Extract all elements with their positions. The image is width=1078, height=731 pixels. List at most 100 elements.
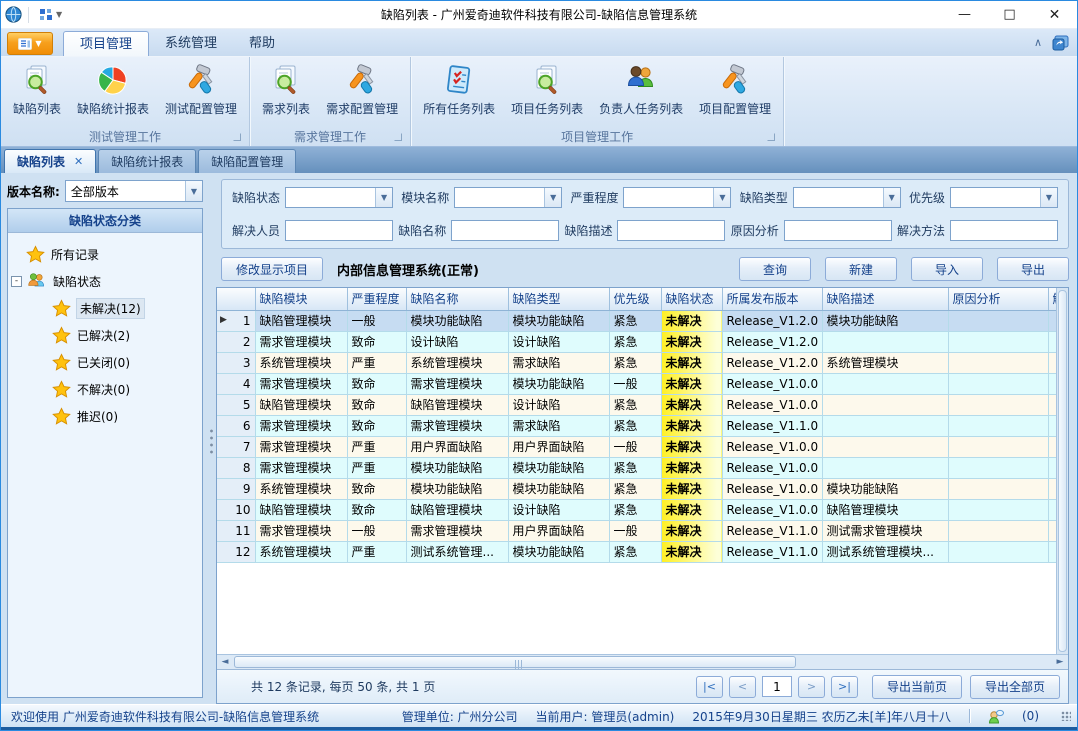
- close-button[interactable]: ✕: [1032, 1, 1077, 29]
- ribbon-button-label: 所有任务列表: [423, 100, 495, 117]
- modify-display-items-button[interactable]: 修改显示项目: [221, 257, 323, 281]
- filter-combo-3[interactable]: ▼: [793, 187, 901, 208]
- filter-input-0[interactable]: [285, 220, 393, 241]
- ribbon-button-0-1[interactable]: 缺陷统计报表: [69, 60, 157, 119]
- ribbon-button-2-2[interactable]: 负责人任务列表: [591, 60, 691, 119]
- table-row[interactable]: 3系统管理模块严重系统管理模块需求缺陷紧急未解决Release_V1.2.0系统…: [217, 352, 1056, 373]
- ribbon-tab-2[interactable]: 帮助: [233, 31, 291, 56]
- quick-access-toolbar[interactable]: ▼: [35, 6, 66, 24]
- table-row[interactable]: 2需求管理模块致命设计缺陷设计缺陷紧急未解决Release_V1.2.0: [217, 331, 1056, 352]
- doc-tab-1[interactable]: 缺陷统计报表: [98, 149, 196, 173]
- horizontal-scrollbar-thumb[interactable]: [234, 656, 796, 668]
- ribbon-tab-0[interactable]: 项目管理: [63, 31, 149, 56]
- action-button-0[interactable]: 查询: [739, 257, 811, 281]
- filter-combo-0[interactable]: ▼: [285, 187, 393, 208]
- next-page-button[interactable]: >: [798, 676, 825, 698]
- combo-dropdown-icon[interactable]: ▼: [375, 188, 392, 207]
- ribbon-button-0-2[interactable]: 测试配置管理: [157, 60, 245, 119]
- action-button-3[interactable]: 导出: [997, 257, 1069, 281]
- action-button-2[interactable]: 导入: [911, 257, 983, 281]
- ribbon-button-2-0[interactable]: 所有任务列表: [415, 60, 503, 119]
- filter-combo-1[interactable]: ▼: [454, 187, 562, 208]
- minimize-button[interactable]: —: [942, 1, 987, 29]
- version-combo[interactable]: 全部版本 ▼: [65, 180, 203, 202]
- pager-bar: 共 12 条记录, 每页 50 条, 共 1 页 |< < > >| 导出当前页…: [217, 669, 1068, 703]
- tree-item-4[interactable]: 已关闭(0): [12, 349, 198, 376]
- column-header-4[interactable]: 优先级: [609, 288, 661, 310]
- table-row[interactable]: 4需求管理模块致命需求管理模块模块功能缺陷一般未解决Release_V1.0.0: [217, 373, 1056, 394]
- filter-input-3[interactable]: [784, 220, 892, 241]
- dialog-launcher-icon[interactable]: [767, 133, 775, 141]
- doc-tab-0[interactable]: 缺陷列表✕: [4, 149, 96, 173]
- last-page-button[interactable]: >|: [831, 676, 858, 698]
- scroll-right-icon[interactable]: ►: [1052, 657, 1068, 667]
- column-header-2[interactable]: 缺陷名称: [406, 288, 508, 310]
- filter-input-4[interactable]: [950, 220, 1058, 241]
- tree-item-1[interactable]: -缺陷状态: [12, 268, 198, 295]
- table-row[interactable]: 12系统管理模块严重测试系统管理...模块功能缺陷紧急未解决Release_V1…: [217, 541, 1056, 562]
- first-page-button[interactable]: |<: [696, 676, 723, 698]
- ribbon-button-2-3[interactable]: 项目配置管理: [691, 60, 779, 119]
- table-row[interactable]: 11需求管理模块一般需求管理模块用户界面缺陷一般未解决Release_V1.1.…: [217, 520, 1056, 541]
- help-window-icon[interactable]: [1052, 35, 1069, 51]
- filter-combo-4[interactable]: ▼: [950, 187, 1058, 208]
- doc-tab-2[interactable]: 缺陷配置管理: [198, 149, 296, 173]
- scroll-left-icon[interactable]: ◄: [217, 657, 233, 667]
- column-header-1[interactable]: 严重程度: [347, 288, 406, 310]
- messages-user-icon[interactable]: [988, 709, 1004, 724]
- dialog-launcher-icon[interactable]: [394, 133, 402, 141]
- export-current-page-button[interactable]: 导出当前页: [872, 675, 962, 699]
- page-number-input[interactable]: [762, 676, 792, 697]
- column-header-7[interactable]: 缺陷描述: [822, 288, 948, 310]
- tree-item-0[interactable]: 所有记录: [12, 241, 198, 268]
- vertical-scrollbar[interactable]: [1056, 288, 1068, 654]
- vertical-scrollbar-thumb[interactable]: [1058, 290, 1067, 652]
- ribbon-button-1-0[interactable]: 需求列表: [254, 60, 318, 119]
- tree-item-5[interactable]: 不解决(0): [12, 376, 198, 403]
- dialog-launcher-icon[interactable]: [233, 133, 241, 141]
- combo-dropdown-icon[interactable]: ▼: [185, 181, 202, 201]
- column-header-6[interactable]: 所属发布版本: [722, 288, 822, 310]
- ribbon-button-2-1[interactable]: 项目任务列表: [503, 60, 591, 119]
- ribbon-button-0-0[interactable]: 缺陷列表: [5, 60, 69, 119]
- ribbon-button-1-1[interactable]: 需求配置管理: [318, 60, 406, 119]
- tree-item-6[interactable]: 推迟(0): [12, 403, 198, 430]
- combo-dropdown-icon[interactable]: ▼: [544, 188, 561, 207]
- column-header-0[interactable]: 缺陷模块: [255, 288, 347, 310]
- tree-item-3[interactable]: 已解决(2): [12, 322, 198, 349]
- column-header-8[interactable]: 原因分析: [948, 288, 1048, 310]
- filter-input-2[interactable]: [617, 220, 725, 241]
- tree-item-2[interactable]: 未解决(12): [12, 295, 198, 322]
- table-row[interactable]: 7需求管理模块严重用户界面缺陷用户界面缺陷一般未解决Release_V1.0.0: [217, 436, 1056, 457]
- combo-dropdown-icon[interactable]: ▼: [1040, 188, 1057, 207]
- prev-page-button[interactable]: <: [729, 676, 756, 698]
- table-row[interactable]: 8需求管理模块严重模块功能缺陷模块功能缺陷紧急未解决Release_V1.0.0: [217, 457, 1056, 478]
- column-header-5[interactable]: 缺陷状态: [661, 288, 722, 310]
- cell: 未解决: [661, 394, 722, 415]
- ribbon-button-label: 负责人任务列表: [599, 100, 683, 117]
- column-header-3[interactable]: 缺陷类型: [508, 288, 609, 310]
- column-header-9[interactable]: 解决方法: [1048, 288, 1056, 310]
- table-row[interactable]: 6需求管理模块致命需求管理模块需求缺陷紧急未解决Release_V1.1.0: [217, 415, 1056, 436]
- close-tab-icon[interactable]: ✕: [74, 155, 83, 168]
- cell: [1048, 394, 1056, 415]
- table-row[interactable]: 10缺陷管理模块致命缺陷管理模块设计缺陷紧急未解决Release_V1.0.0缺…: [217, 499, 1056, 520]
- export-all-pages-button[interactable]: 导出全部页: [970, 675, 1060, 699]
- table-row[interactable]: 5缺陷管理模块致命缺陷管理模块设计缺陷紧急未解决Release_V1.0.0: [217, 394, 1056, 415]
- horizontal-scrollbar[interactable]: ◄ ►: [217, 654, 1068, 669]
- combo-dropdown-icon[interactable]: ▼: [713, 188, 730, 207]
- table-row[interactable]: 9系统管理模块致命模块功能缺陷模块功能缺陷紧急未解决Release_V1.0.0…: [217, 478, 1056, 499]
- panel-splitter[interactable]: [208, 173, 216, 704]
- filter-combo-2[interactable]: ▼: [623, 187, 731, 208]
- collapse-ribbon-icon[interactable]: ∧: [1034, 37, 1042, 48]
- table-row[interactable]: ▶1缺陷管理模块一般模块功能缺陷模块功能缺陷紧急未解决Release_V1.2.…: [217, 310, 1056, 331]
- resize-grip-icon[interactable]: [1061, 711, 1071, 721]
- ribbon-tab-1[interactable]: 系统管理: [149, 31, 233, 56]
- tree-expand-icon[interactable]: -: [11, 276, 22, 287]
- combo-dropdown-icon[interactable]: ▼: [883, 188, 900, 207]
- action-button-1[interactable]: 新建: [825, 257, 897, 281]
- cell: [948, 541, 1048, 562]
- filter-input-1[interactable]: [451, 220, 559, 241]
- maximize-button[interactable]: □: [987, 1, 1032, 29]
- application-menu-button[interactable]: ▼: [7, 32, 53, 55]
